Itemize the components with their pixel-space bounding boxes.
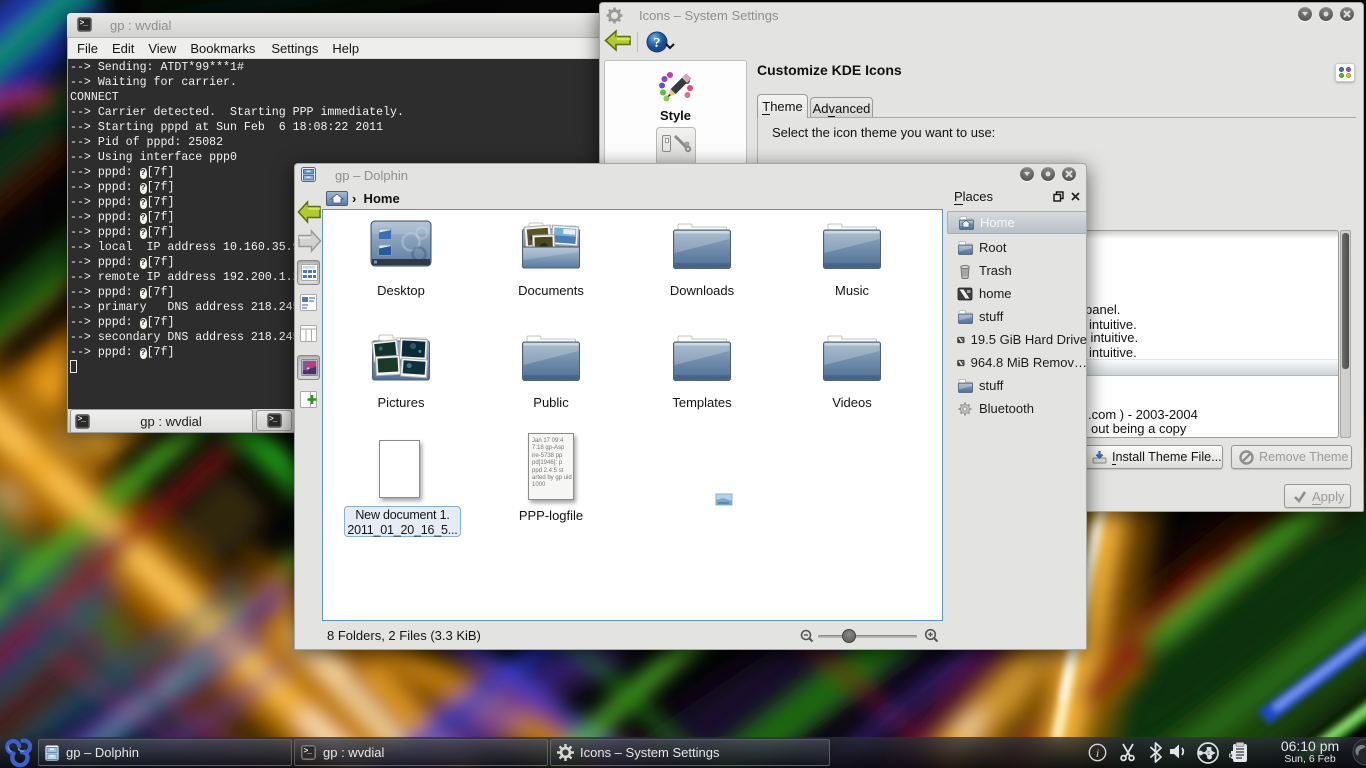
svg-text:?: ? <box>654 36 661 51</box>
svg-text:i: i <box>1096 746 1099 760</box>
